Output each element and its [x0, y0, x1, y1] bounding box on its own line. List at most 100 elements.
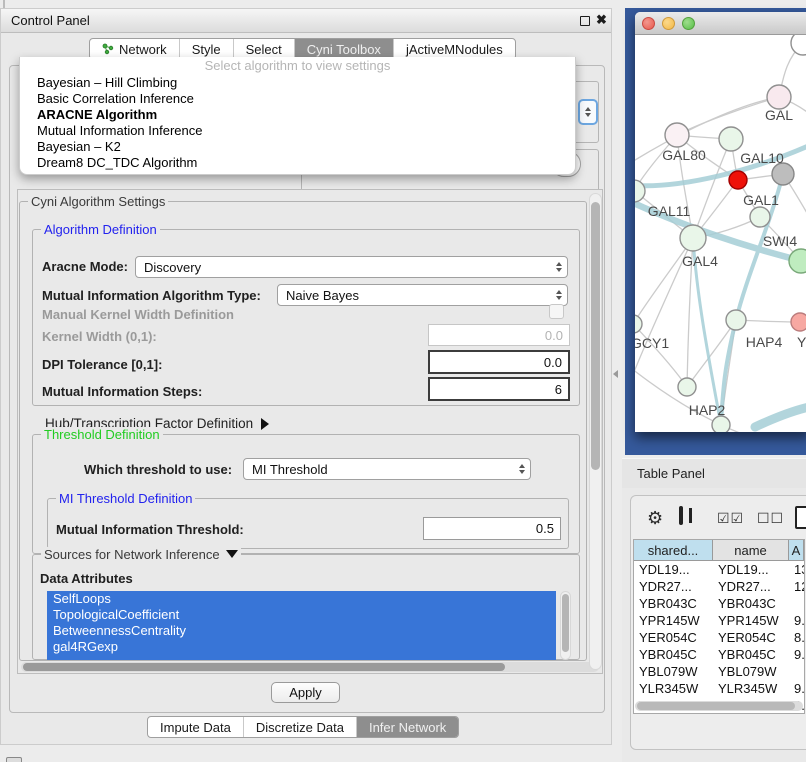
aracne-mode-combo[interactable]: Discovery	[135, 256, 568, 278]
cell[interactable]: 9.	[789, 646, 804, 663]
cell[interactable]: YBL079W	[713, 663, 789, 680]
attribute-item[interactable]: TopologicalCoefficient	[47, 607, 556, 623]
apply-button[interactable]: Apply	[271, 682, 340, 703]
float-window-icon[interactable]	[580, 16, 590, 26]
algorithm-combo-spinner[interactable]	[578, 99, 598, 125]
table-row[interactable]: YPR145WYPR145W9.	[634, 612, 804, 629]
algorithm-option[interactable]: Bayesian – K2	[20, 139, 575, 155]
cell[interactable]: YLR345W	[713, 680, 789, 697]
cell[interactable]: YER054C	[634, 629, 713, 646]
column-header-name[interactable]: name	[713, 540, 789, 560]
cell[interactable]	[789, 595, 804, 612]
cell[interactable]: 13	[789, 561, 804, 578]
sources-title[interactable]: Sources for Network Inference	[41, 547, 241, 562]
which-threshold-combo[interactable]: MI Threshold	[243, 458, 531, 480]
table-row[interactable]: YBR043CYBR043C	[634, 595, 804, 612]
mi-threshold-field[interactable]: 0.5	[423, 517, 561, 540]
cell[interactable]: YLR345W	[634, 680, 713, 697]
node-gal80[interactable]	[665, 123, 689, 147]
attributes-scrollbar[interactable]	[560, 591, 571, 660]
network-window-titlebar[interactable]	[635, 12, 806, 35]
tab-network[interactable]: Network	[90, 39, 179, 59]
tab-impute-data[interactable]: Impute Data	[148, 717, 243, 737]
attribute-item[interactable]: SelfLoops	[47, 591, 556, 607]
node-hap2[interactable]	[678, 378, 696, 396]
cell[interactable]: YBL079W	[634, 663, 713, 680]
cell[interactable]: 9.	[789, 612, 804, 629]
cell[interactable]	[789, 663, 804, 680]
settings-vscrollbar-thumb[interactable]	[591, 202, 600, 470]
minimized-panel-icon[interactable]	[6, 757, 22, 762]
table-hscrollbar-thumb[interactable]	[637, 702, 795, 710]
node-salmon[interactable]	[791, 313, 806, 331]
tab-style[interactable]: Style	[179, 39, 233, 59]
cell[interactable]: YBR045C	[713, 646, 789, 663]
columns-icon[interactable]	[679, 506, 683, 525]
tab-discretize-data[interactable]: Discretize Data	[243, 717, 356, 737]
checked-boxes-icon[interactable]: ☑☑	[717, 510, 744, 527]
table-row[interactable]: YDL19...YDL19...13	[634, 561, 804, 578]
node-hap4[interactable]	[726, 310, 746, 330]
settings-vscrollbar[interactable]	[589, 193, 602, 670]
kernel-width-field[interactable]: 0.0	[428, 324, 570, 346]
document-icon[interactable]	[795, 506, 806, 529]
cell[interactable]: YDR27...	[713, 578, 789, 595]
table-row[interactable]: YDR27...YDR27...12	[634, 578, 804, 595]
cell[interactable]: YBR045C	[634, 646, 713, 663]
settings-hscrollbar[interactable]	[21, 662, 599, 672]
close-icon[interactable]: ✖	[596, 12, 607, 28]
window-zoom-button[interactable]	[682, 17, 695, 30]
node-gal10[interactable]	[719, 127, 743, 151]
table-row[interactable]: YBL079WYBL079W	[634, 663, 804, 680]
cell[interactable]: 8.	[789, 629, 804, 646]
tab-infer-network[interactable]: Infer Network	[356, 717, 458, 737]
cell[interactable]: YBR043C	[634, 595, 713, 612]
node-gcy1[interactable]	[635, 315, 642, 333]
attributes-scrollbar-thumb[interactable]	[562, 594, 569, 652]
tab-jactivemnodules[interactable]: jActiveMNodules	[393, 39, 515, 59]
cell[interactable]: YPR145W	[634, 612, 713, 629]
table-hscrollbar[interactable]	[635, 701, 803, 711]
node-pink[interactable]	[767, 85, 791, 109]
node-gal1[interactable]	[750, 207, 770, 227]
node-swi4[interactable]	[789, 249, 806, 273]
algorithm-option[interactable]: Bayesian – Hill Climbing	[20, 75, 575, 91]
cell[interactable]: YER054C	[713, 629, 789, 646]
node-bottom[interactable]	[712, 416, 730, 432]
table-row[interactable]: YBR045CYBR045C9.	[634, 646, 804, 663]
mi-steps-field[interactable]: 6	[428, 377, 570, 401]
node-gray[interactable]	[772, 163, 794, 185]
cell[interactable]: YDR27...	[634, 578, 713, 595]
algorithm-option[interactable]: Mutual Information Inference	[20, 123, 575, 139]
table-row[interactable]: YER054CYER054C8.	[634, 629, 804, 646]
column-header-partial[interactable]: A	[789, 540, 804, 560]
algorithm-option[interactable]: Dream8 DC_TDC Algorithm	[20, 155, 575, 171]
manual-kernel-width-checkbox[interactable]	[549, 304, 564, 319]
algorithm-option[interactable]: Basic Correlation Inference	[20, 91, 575, 107]
tab-cyni-toolbox[interactable]: Cyni Toolbox	[294, 39, 393, 59]
tab-select[interactable]: Select	[233, 39, 294, 59]
gear-icon[interactable]: ⚙	[647, 509, 663, 527]
attribute-item[interactable]: BetweennessCentrality	[47, 623, 556, 639]
dpi-tolerance-field[interactable]: 0.0	[428, 350, 570, 374]
table-row[interactable]: YLR345WYLR345W9.	[634, 680, 804, 697]
cell[interactable]: 9.	[789, 680, 804, 697]
unchecked-boxes-icon[interactable]: ☐☐	[757, 510, 784, 527]
cell[interactable]: YDL19...	[713, 561, 789, 578]
cell[interactable]: 12	[789, 578, 804, 595]
node-gal4[interactable]	[680, 225, 706, 251]
attribute-item[interactable]: gal4RGexp	[47, 639, 556, 655]
mi-algorithm-type-combo[interactable]: Naive Bayes	[277, 284, 568, 306]
cell[interactable]: YPR145W	[713, 612, 789, 629]
node-red-selected[interactable]	[729, 171, 747, 189]
algorithm-option-selected[interactable]: ARACNE Algorithm	[20, 107, 575, 123]
network-canvas[interactable]: GAL GAL80 GAL10 GAL1 GAL11 GAL4 SWI4 HAP…	[635, 35, 806, 432]
settings-hscrollbar-thumb[interactable]	[23, 663, 505, 671]
cell[interactable]: YDL19...	[634, 561, 713, 578]
window-minimize-button[interactable]	[662, 17, 675, 30]
splitter-collapse-icon[interactable]	[613, 370, 618, 378]
node-unlabeled[interactable]	[791, 35, 806, 55]
cell[interactable]: YBR043C	[713, 595, 789, 612]
window-close-button[interactable]	[642, 17, 655, 30]
column-header-shared-name[interactable]: shared...	[634, 540, 713, 560]
